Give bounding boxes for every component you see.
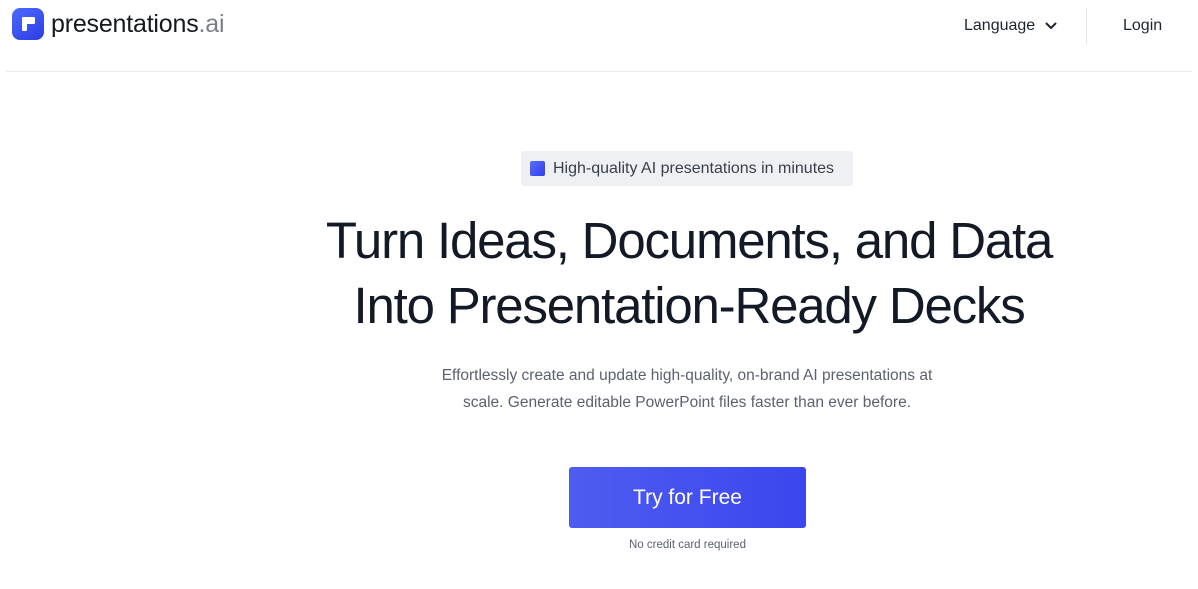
header-separator: [1086, 8, 1087, 44]
no-credit-card-note: No credit card required: [629, 539, 746, 551]
blue-square-icon: [530, 161, 545, 176]
try-for-free-button[interactable]: Try for Free: [569, 467, 806, 528]
hero-subtitle: Effortlessly create and update high-qual…: [441, 367, 933, 411]
badge-text: High-quality AI presentations in minutes: [553, 159, 835, 177]
chevron-down-icon: [1045, 22, 1057, 30]
hero-title: Turn Ideas, Documents, and Data Into Pre…: [0, 208, 1198, 338]
logo-link[interactable]: presentations.ai: [12, 8, 225, 40]
login-link[interactable]: Login: [1123, 14, 1162, 38]
header-divider: [6, 71, 1192, 72]
hero-badge: High-quality AI presentations in minutes: [521, 151, 853, 186]
logo-wordmark: presentations.ai: [51, 10, 225, 38]
top-navigation: presentations.ai Language Login: [0, 0, 1198, 72]
hero-title-line-1: Turn Ideas, Documents, and Data: [325, 212, 1054, 269]
language-selector[interactable]: Language: [964, 14, 1057, 38]
presentations-logo-icon: [12, 8, 44, 40]
language-label: Language: [964, 17, 1036, 34]
hero-title-line-2: Into Presentation-Ready Decks: [353, 277, 1025, 334]
